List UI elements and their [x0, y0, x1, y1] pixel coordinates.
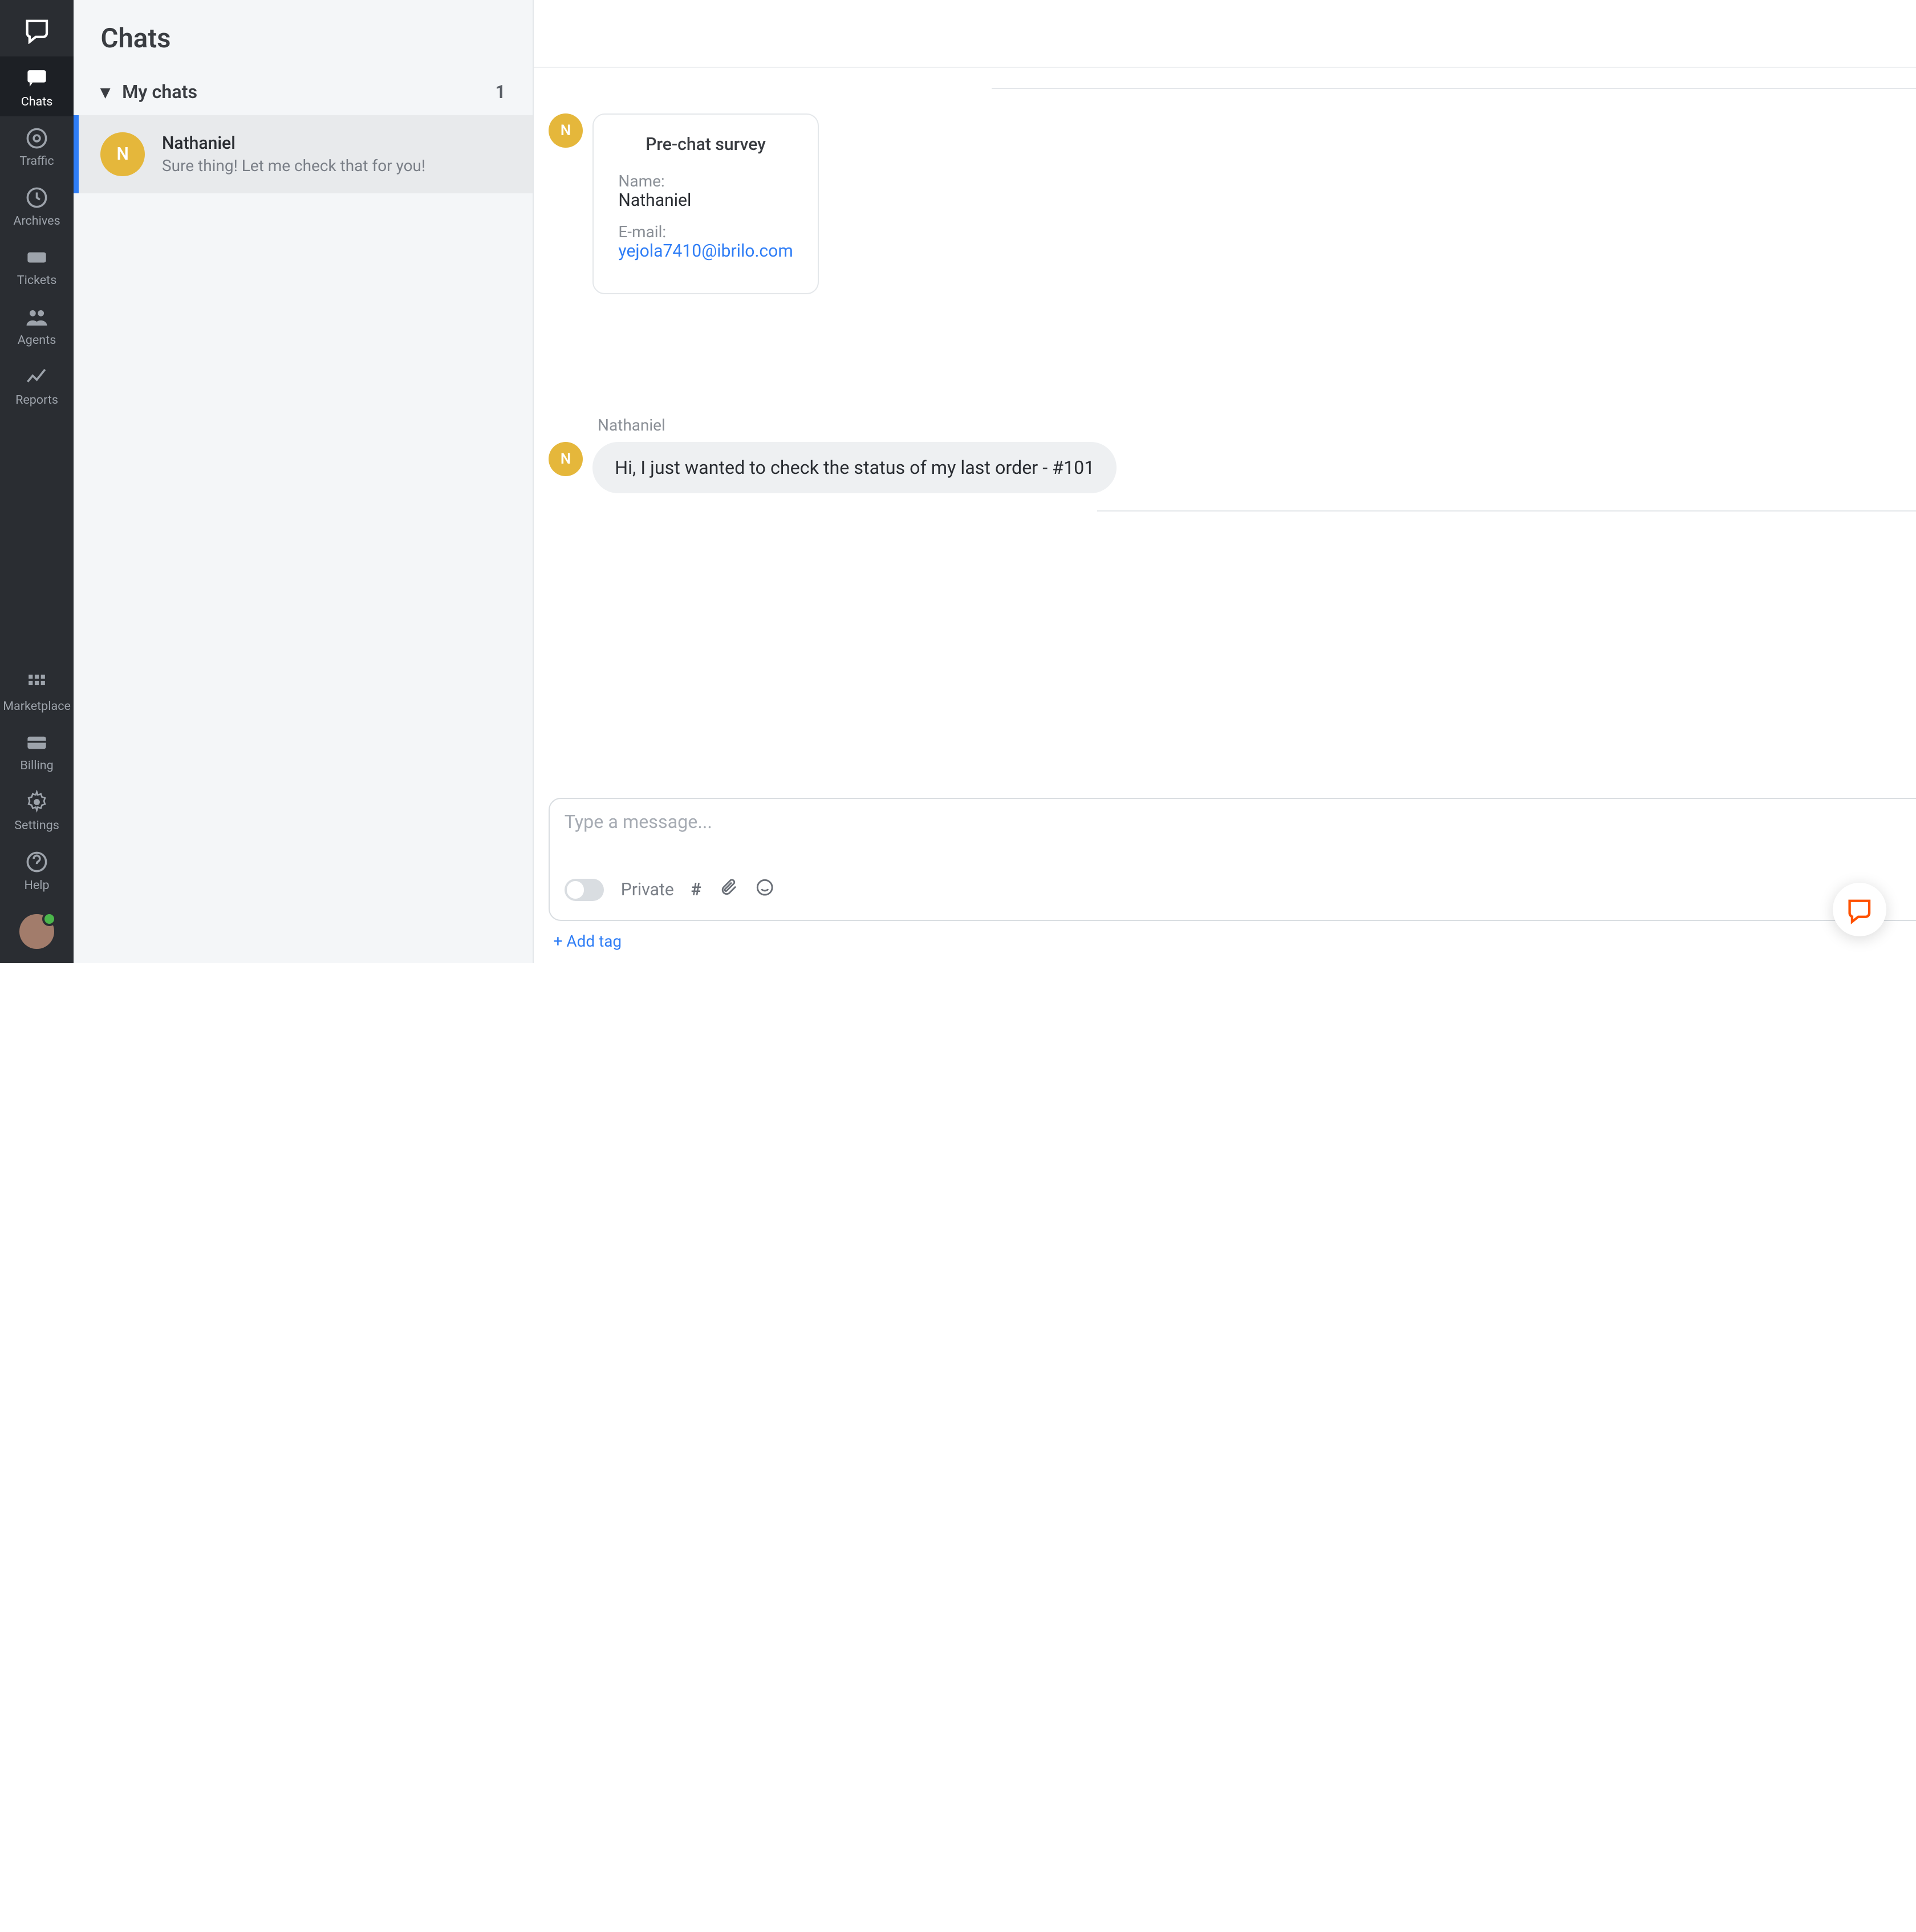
nav-chats[interactable]: Chats — [0, 56, 74, 116]
customer-name-label: Nathaniel — [598, 416, 1916, 435]
conversation-header: Nathaniel ••• — [534, 0, 1916, 68]
add-tag-link[interactable]: + Add tag — [554, 932, 622, 951]
message-input[interactable] — [565, 811, 1916, 860]
nav-marketplace[interactable]: Marketplace — [0, 661, 74, 721]
private-toggle[interactable] — [565, 879, 604, 901]
attachment-icon[interactable] — [718, 878, 738, 902]
customer-avatar: N — [549, 113, 583, 148]
primary-nav: Chats Traffic Archives Tickets Agents Re… — [0, 0, 74, 963]
emoji-icon[interactable] — [755, 878, 774, 902]
read-receipt: ✓Read — [549, 389, 1916, 406]
customer-avatar: N — [549, 442, 583, 476]
chat-item-lastmsg: Sure thing! Let me check that for you! — [162, 156, 425, 175]
chevron-down-icon: ▾ — [100, 81, 109, 103]
nav-settings[interactable]: Settings — [0, 780, 74, 840]
nav-archives[interactable]: Archives — [0, 176, 74, 236]
agent-name-label: John G Pearson — [549, 304, 1916, 323]
chat-list-item[interactable]: N Nathaniel Sure thing! Let me check tha… — [74, 115, 533, 194]
system-event: 04:28:30 pm BigCommerce order #101 was m… — [549, 531, 1916, 571]
customer-avatar: N — [100, 132, 144, 176]
current-user-avatar[interactable] — [19, 914, 54, 948]
survey-email-link[interactable]: yejola7410@ibrilo.com — [618, 241, 793, 261]
chat-group-mychats[interactable]: ▾ My chats 1 — [74, 69, 533, 115]
nav-reports[interactable]: Reports — [0, 355, 74, 415]
nav-help[interactable]: Help — [0, 840, 74, 900]
nav-agents[interactable]: Agents — [0, 295, 74, 355]
livechat-widget-icon[interactable] — [1833, 883, 1887, 937]
agent-name-label: John G Pearson — [549, 584, 1916, 603]
chat-list-title: Chats — [74, 0, 533, 69]
prechat-survey-card: Pre-chat survey Name: Nathaniel E-mail: … — [592, 113, 818, 294]
nav-billing[interactable]: Billing — [0, 721, 74, 781]
app-logo[interactable] — [15, 7, 59, 51]
hash-icon[interactable]: # — [691, 880, 701, 900]
nav-tickets[interactable]: Tickets — [0, 236, 74, 295]
chat-item-name: Nathaniel — [162, 133, 425, 153]
chat-list-pane: Chats ▾ My chats 1 N Nathaniel Sure thin… — [74, 0, 534, 963]
nav-traffic[interactable]: Traffic — [0, 116, 74, 176]
customer-message: Hi, I just wanted to check the status of… — [592, 442, 1117, 493]
chat-started-divider: Chat started: Today, 04:28 pm — [549, 78, 1916, 96]
delivered-receipt: Delivered — [549, 668, 1916, 685]
private-label: Private — [621, 880, 674, 900]
chat-group-count: 1 — [495, 81, 505, 103]
conversation-pane: Nathaniel ••• Chat started: Today, 04:28… — [534, 0, 1916, 963]
message-composer: Private # Send — [549, 798, 1916, 922]
